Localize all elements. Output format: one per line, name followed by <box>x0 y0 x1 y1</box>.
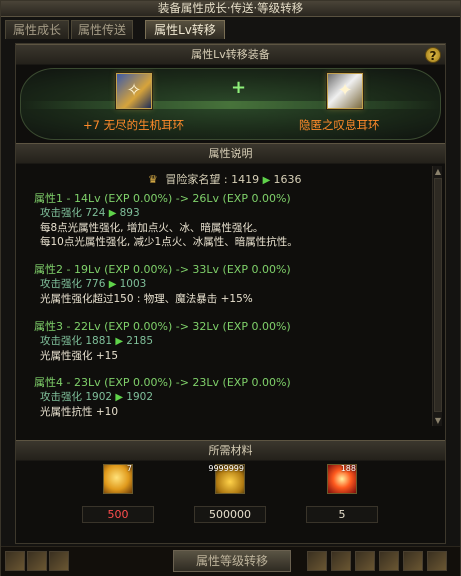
attribute-title: 属性4 - 23Lv (EXP 0.00%) -> 23Lv (EXP 0.00… <box>34 376 291 389</box>
attribute-description: ♛ 冒险家名望 : 1419 ▶ 1636 属性1 - 14Lv (EXP 0.… <box>20 166 441 426</box>
source-item-name: +7 无尽的生机耳环 <box>83 118 185 132</box>
material-item: 7 500 <box>82 464 154 523</box>
bottom-bar: 属性等级转移 <box>1 546 460 576</box>
target-item-slot[interactable]: ✦ <box>327 73 363 109</box>
arrow-right-icon: ▶ <box>108 279 120 290</box>
material-stack-count: 188 <box>340 464 356 473</box>
stat-new-value: 2185 <box>126 335 154 347</box>
quickslot-icon[interactable] <box>5 551 25 571</box>
tab-bar: 属性成长 属性传送 属性Lv转移 <box>5 20 460 39</box>
description-scrollbar[interactable]: ▲ ▼ <box>432 166 442 426</box>
tab-attribute-transfer[interactable]: 属性传送 <box>71 20 133 39</box>
tab-attribute-growth[interactable]: 属性成长 <box>5 20 69 39</box>
scroll-thumb[interactable] <box>434 178 442 412</box>
equipment-attribute-window: 装备属性成长·传送·等级转移 属性成长 属性传送 属性Lv转移 属性Lv转移装备… <box>0 0 461 576</box>
scroll-up-icon[interactable]: ▲ <box>434 167 442 176</box>
transfer-section-header: 属性Lv转移装备 ? <box>16 44 445 65</box>
attribute-block: 属性2 - 19Lv (EXP 0.00%) -> 33Lv (EXP 0.00… <box>34 261 291 306</box>
fame-icon: ♛ <box>148 173 158 186</box>
gold-crystal-icon[interactable]: 7 <box>103 464 133 494</box>
material-stack-count: 7 <box>126 464 132 473</box>
arrow-right-icon: ▶ <box>115 336 127 347</box>
quickslot-icon[interactable] <box>307 551 327 571</box>
arrow-right-icon: ▶ <box>115 392 127 403</box>
stat-new-value: 1003 <box>119 278 147 290</box>
quickslot-icon[interactable] <box>403 551 423 571</box>
stat-new-value: 1902 <box>126 391 154 403</box>
fire-orb-icon[interactable]: 188 <box>327 464 357 494</box>
attribute-effect: 光属性抗性 +10 <box>40 406 118 418</box>
transfer-section-title: 属性Lv转移装备 <box>191 48 270 61</box>
attribute-level-transfer-button[interactable]: 属性等级转移 <box>173 550 291 572</box>
attribute-stat: 攻击强化 1881 ▶ 2185 <box>34 334 291 349</box>
target-item-name: 隐匿之叹息耳环 <box>299 118 380 132</box>
tab-attribute-lv-transfer[interactable]: 属性Lv转移 <box>145 20 225 39</box>
attribute-effect: 光属性强化超过150 : 物理、魔法暴击 +15% <box>40 293 253 305</box>
attribute-title: 属性1 - 14Lv (EXP 0.00%) -> 26Lv (EXP 0.00… <box>34 192 291 205</box>
stat-label: 攻击强化 1881 <box>40 335 113 347</box>
quickslot-icon[interactable] <box>27 551 47 571</box>
fame-row: ♛ 冒险家名望 : 1419 ▶ 1636 <box>148 171 301 187</box>
gold-coins-icon[interactable]: 9999999 <box>208 464 245 494</box>
material-required: 500 <box>82 506 154 523</box>
fame-label: 冒险家名望 : 1419 <box>165 173 260 186</box>
quickslot-icon[interactable] <box>331 551 351 571</box>
scroll-down-icon[interactable]: ▼ <box>434 416 442 425</box>
attribute-title: 属性2 - 19Lv (EXP 0.00%) -> 33Lv (EXP 0.00… <box>34 263 291 276</box>
stat-label: 攻击强化 1902 <box>40 391 113 403</box>
fame-new-value: 1636 <box>273 173 302 186</box>
silver-earring-icon: ✦ <box>337 80 353 101</box>
material-required: 5 <box>306 506 378 523</box>
attribute-effect: 光属性强化 +15 <box>40 350 118 362</box>
quickslot-icon[interactable] <box>427 551 447 571</box>
arrow-right-icon: ▶ <box>262 175 274 186</box>
arrow-right-icon: ▶ <box>108 208 120 219</box>
stat-new-value: 893 <box>119 207 140 219</box>
help-button[interactable]: ? <box>425 47 441 63</box>
quickslot-icon[interactable] <box>355 551 375 571</box>
material-item: 188 5 <box>306 464 378 523</box>
stat-label: 攻击强化 776 <box>40 278 106 290</box>
quickslot-icon[interactable] <box>49 551 69 571</box>
materials-row: 7 500 9999999 500000 188 5 <box>20 456 441 540</box>
attribute-block: 属性3 - 22Lv (EXP 0.00%) -> 32Lv (EXP 0.00… <box>34 318 291 363</box>
attribute-effect: 每8点光属性强化, 增加点火、冰、暗属性强化。 <box>40 222 264 234</box>
window-title: 装备属性成长·传送·等级转移 <box>1 1 460 17</box>
plus-icon: + <box>231 77 247 98</box>
attribute-title: 属性3 - 22Lv (EXP 0.00%) -> 32Lv (EXP 0.00… <box>34 320 291 333</box>
material-item: 9999999 500000 <box>194 464 266 523</box>
attribute-stat: 攻击强化 1902 ▶ 1902 <box>34 390 291 405</box>
material-required: 500000 <box>194 506 266 523</box>
attribute-stat: 攻击强化 776 ▶ 1003 <box>34 277 291 292</box>
description-section-header: 属性说明 <box>16 143 445 164</box>
quickslot-icon[interactable] <box>379 551 399 571</box>
blue-gold-earring-icon: ✧ <box>126 80 142 101</box>
attribute-stat: 攻击强化 724 ▶ 893 <box>34 206 298 221</box>
attribute-block: 属性1 - 14Lv (EXP 0.00%) -> 26Lv (EXP 0.00… <box>34 190 298 249</box>
stat-label: 攻击强化 724 <box>40 207 106 219</box>
main-panel: 属性Lv转移装备 ? ✧ + ✦ +7 无尽的生机耳环 隐匿之叹息耳环 属性说明… <box>15 43 446 544</box>
attribute-effect: 每10点光属性强化, 减少1点火、冰属性、暗属性抗性。 <box>40 236 298 248</box>
attribute-block: 属性4 - 23Lv (EXP 0.00%) -> 23Lv (EXP 0.00… <box>34 374 291 419</box>
transfer-banner: ✧ + ✦ +7 无尽的生机耳环 隐匿之叹息耳环 <box>20 68 441 140</box>
material-stack-count: 9999999 <box>208 464 244 473</box>
source-item-slot[interactable]: ✧ <box>116 73 152 109</box>
